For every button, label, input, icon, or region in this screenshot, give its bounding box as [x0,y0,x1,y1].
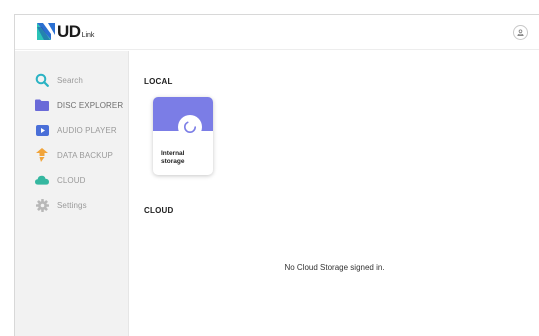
storage-icon [178,115,202,139]
sidebar-item-label: DATA BACKUP [57,150,113,160]
udlink-logo: UD Link [37,23,94,40]
app-window: UD Link Search DISC EXPLORER AUDIO PLAYE… [14,14,539,336]
sidebar: Search DISC EXPLORER AUDIO PLAYER DATA B… [15,51,129,336]
main-content: LOCAL Internal storage CLOUD No Cloud St… [130,51,539,336]
sidebar-item-label: CLOUD [57,175,86,185]
sidebar-item-cloud[interactable]: CLOUD [15,170,129,190]
sidebar-item-label: AUDIO PLAYER [57,125,117,135]
account-icon [517,29,524,36]
sidebar-item-label: Settings [57,200,87,210]
storage-card-label: Internal storage [161,150,185,165]
search-icon [35,73,49,87]
sidebar-item-settings[interactable]: Settings [15,195,129,215]
account-button[interactable] [513,25,528,40]
cloud-section-title: CLOUD [144,206,174,215]
cloud-icon [35,173,49,187]
logo-link-text: Link [81,32,95,39]
app-header: UD Link [15,15,539,50]
local-section-title: LOCAL [144,77,173,86]
sidebar-item-label: Search [57,75,83,85]
logo-mark-icon [37,23,55,40]
folder-icon [35,98,49,112]
sidebar-item-data-backup[interactable]: DATA BACKUP [15,145,129,165]
gear-icon [35,198,49,212]
sidebar-item-disc-explorer[interactable]: DISC EXPLORER [15,95,129,115]
backup-icon [35,148,49,162]
sidebar-item-audio-player[interactable]: AUDIO PLAYER [15,120,129,140]
sidebar-item-search[interactable]: Search [15,70,129,90]
cloud-empty-message: No Cloud Storage signed in. [284,263,385,272]
internal-storage-card[interactable]: Internal storage [153,97,213,175]
logo-ud-text: UD [57,22,81,41]
sidebar-item-label: DISC EXPLORER [57,100,124,110]
play-icon [35,123,49,137]
